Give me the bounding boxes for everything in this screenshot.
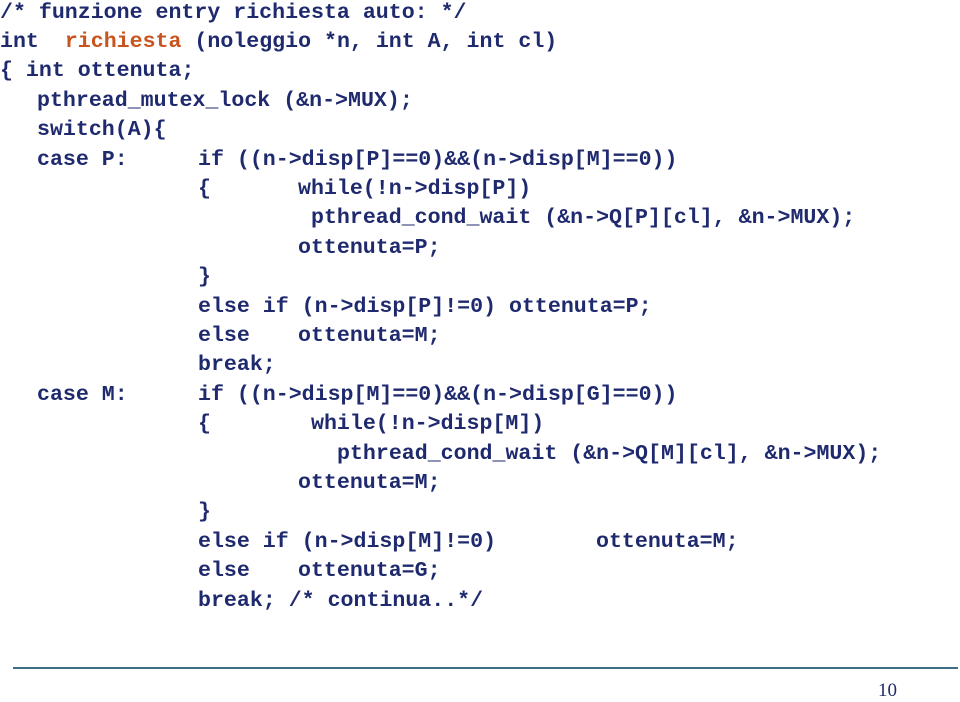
params: (noleggio *n, int A, int cl) xyxy=(194,30,558,54)
case-label: case M: xyxy=(37,383,128,407)
code-line: break; /* continua..*/ xyxy=(198,589,484,613)
code-line: ottenuta=G; xyxy=(298,559,441,583)
footer-divider xyxy=(13,667,958,669)
function-name: richiesta xyxy=(64,30,182,54)
code-line: { xyxy=(198,412,211,436)
code-line: else if (n->disp[P]!=0) ottenuta=P; xyxy=(198,295,652,319)
code-line: ottenuta=P; xyxy=(298,236,441,260)
code-line: else xyxy=(198,559,250,583)
code-line: pthread_cond_wait (&n->Q[P][cl], &n->MUX… xyxy=(311,206,856,230)
code-line: ottenuta=M; xyxy=(298,471,441,495)
code-line: while(!n->disp[P]) xyxy=(298,177,532,201)
code-line: } xyxy=(198,500,211,524)
code-line: if ((n->disp[M]==0)&&(n->disp[G]==0)) xyxy=(198,383,678,407)
code-line: while(!n->disp[M]) xyxy=(311,412,545,436)
code-line: pthread_mutex_lock (&n->MUX); xyxy=(37,89,413,113)
code-block: /* funzione entry richiesta auto: */ int… xyxy=(0,0,960,640)
page-number: 10 xyxy=(878,680,897,701)
keyword: int xyxy=(0,30,39,54)
code-line: ottenuta=M; xyxy=(298,324,441,348)
code-line: else xyxy=(198,324,250,348)
code-line: { int ottenuta; xyxy=(0,59,195,83)
code-line: } xyxy=(198,265,211,289)
code-line: int richiesta (noleggio *n, int A, int c… xyxy=(0,29,557,55)
code-line: break; xyxy=(198,353,276,377)
code-line: if ((n->disp[P]==0)&&(n->disp[M]==0)) xyxy=(198,148,678,172)
code-line: pthread_cond_wait (&n->Q[M][cl], &n->MUX… xyxy=(337,442,882,466)
code-line: { xyxy=(198,177,211,201)
code-line: /* funzione entry richiesta auto: */ xyxy=(0,1,467,25)
code-line: ottenuta=M; xyxy=(596,530,739,554)
case-label: case P: xyxy=(37,148,128,172)
code-line: switch(A){ xyxy=(37,118,167,142)
code-line: else if (n->disp[M]!=0) xyxy=(198,530,497,554)
